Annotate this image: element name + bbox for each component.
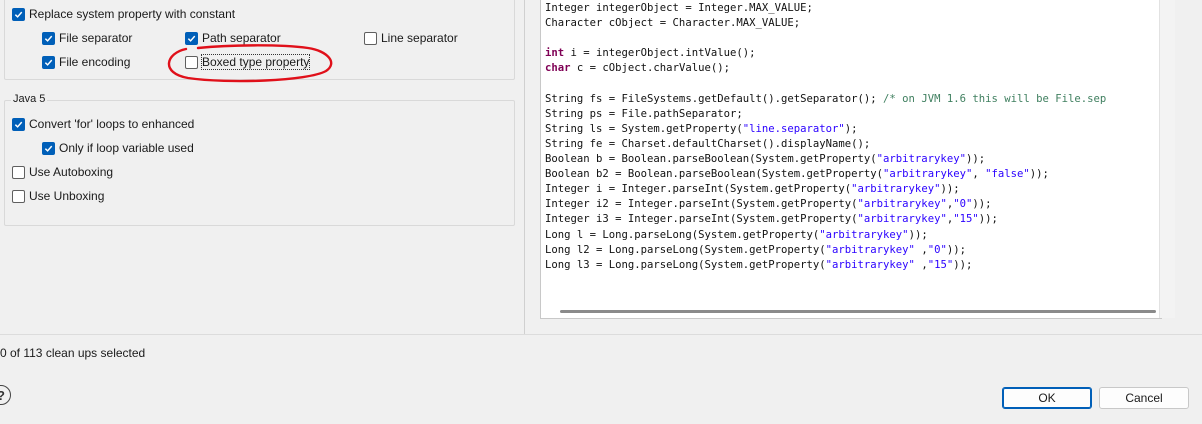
code-line: String fe = Charset.defaultCharset().dis… <box>545 137 871 150</box>
check-icon <box>44 59 53 66</box>
checkbox-box[interactable] <box>185 31 198 45</box>
path-separator-checkbox[interactable]: Path separator <box>185 31 281 45</box>
code-line: Integer integerObject = Integer.MAX_VALU… <box>545 2 813 14</box>
check-icon <box>44 35 53 42</box>
boxed-type-property-checkbox[interactable]: Boxed type property <box>185 54 311 70</box>
checkbox-box[interactable] <box>12 165 25 179</box>
convert-for-loops-checkbox[interactable]: Convert 'for' loops to enhanced <box>12 117 194 131</box>
checkbox-box[interactable] <box>12 7 25 21</box>
code-preview[interactable]: Integer integerObject = Integer.MAX_VALU… <box>540 0 1162 319</box>
checkbox-box[interactable] <box>185 55 198 69</box>
file-separator-checkbox[interactable]: File separator <box>42 31 132 45</box>
horizontal-scrollbar-thumb[interactable] <box>560 310 1156 313</box>
code-line: Integer i2 = Integer.parseInt(System.get… <box>545 198 992 211</box>
use-unboxing-checkbox[interactable]: Use Unboxing <box>12 189 104 203</box>
cancel-button[interactable]: Cancel <box>1099 387 1189 409</box>
code-line: Long l2 = Long.parseLong(System.getPrope… <box>545 243 966 256</box>
line-separator-checkbox[interactable]: Line separator <box>364 31 458 45</box>
code-line: Boolean b = Boolean.parseBoolean(System.… <box>545 153 986 165</box>
button-bar <box>0 335 1202 424</box>
checkbox-box[interactable] <box>42 141 55 155</box>
code-line: Long l3 = Long.parseLong(System.getPrope… <box>545 258 973 271</box>
replace-system-property-checkbox[interactable]: Replace system property with constant <box>12 7 235 21</box>
checkbox-label: Only if loop variable used <box>59 141 194 155</box>
checkbox-label: File encoding <box>59 55 131 69</box>
checkbox-box[interactable] <box>42 31 55 45</box>
checkbox-box[interactable] <box>12 189 25 203</box>
check-icon <box>14 11 23 18</box>
checkbox-label: Convert 'for' loops to enhanced <box>29 117 195 131</box>
code-line: String fs = FileSystems.getDefault().get… <box>545 92 1107 105</box>
check-icon <box>187 35 196 42</box>
options-pane: Replace system property with constant Fi… <box>0 0 524 334</box>
checkbox-box[interactable] <box>42 55 55 69</box>
checkbox-label: Line separator <box>381 31 458 45</box>
only-if-loop-var-used-checkbox[interactable]: Only if loop variable used <box>42 141 194 155</box>
code-line: Boolean b2 = Boolean.parseBoolean(System… <box>545 168 1049 181</box>
check-icon <box>14 121 23 128</box>
code-line: String ps = File.pathSeparator; <box>545 107 743 120</box>
code-line: String ls = System.getProperty("line.sep… <box>545 122 858 135</box>
code-line: Character cObject = Character.MAX_VALUE; <box>545 17 801 30</box>
checkbox-label: Path separator <box>202 31 281 45</box>
code-line: Long l = Long.parseLong(System.getProper… <box>545 228 928 241</box>
checkbox-label: Replace system property with constant <box>29 7 236 21</box>
vertical-scrollbar[interactable] <box>1159 0 1175 318</box>
code-line: char c = cObject.charValue(); <box>545 62 730 75</box>
code-line: int i = integerObject.intValue(); <box>545 47 756 60</box>
ok-button[interactable]: OK <box>1002 387 1092 409</box>
code-line: Integer i = Integer.parseInt(System.getP… <box>545 183 960 196</box>
checkbox-label: Use Unboxing <box>29 189 105 203</box>
file-encoding-checkbox[interactable]: File encoding <box>42 55 130 69</box>
check-icon <box>44 145 53 152</box>
checkbox-label: File separator <box>59 31 133 45</box>
checkbox-label: Boxed type property <box>200 54 311 70</box>
group-title: Java 5 <box>11 93 48 105</box>
use-autoboxing-checkbox[interactable]: Use Autoboxing <box>12 165 113 179</box>
selection-status: 0 of 113 clean ups selected <box>0 346 146 360</box>
code-line: Integer i3 = Integer.parseInt(System.get… <box>545 213 998 226</box>
checkbox-box[interactable] <box>12 117 25 131</box>
checkbox-box[interactable] <box>364 31 377 45</box>
checkbox-label: Use Autoboxing <box>29 165 114 179</box>
